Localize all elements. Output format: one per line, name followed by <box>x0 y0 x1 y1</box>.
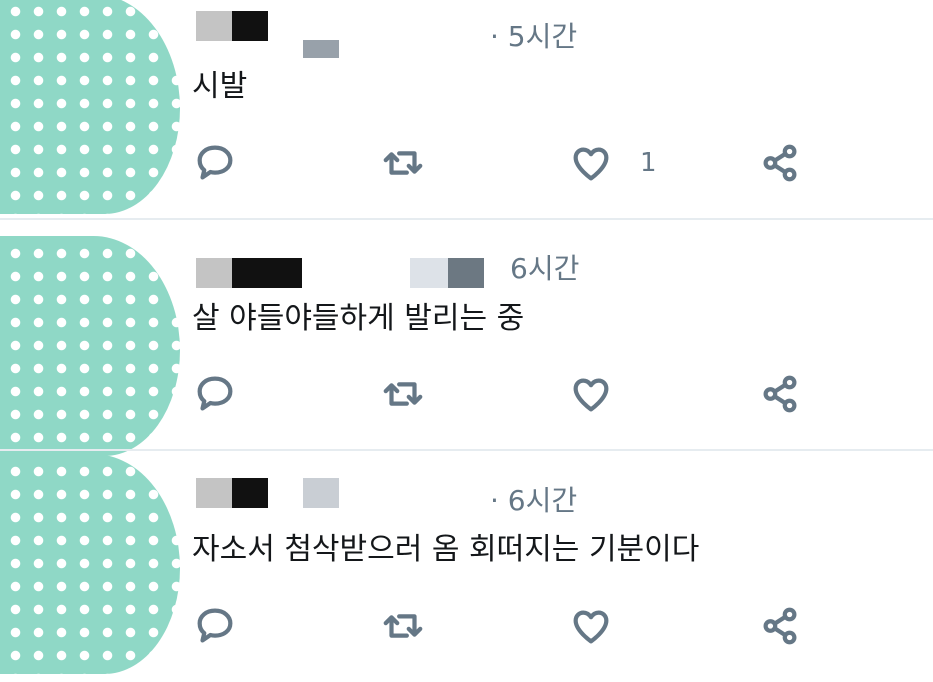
retweet-button[interactable] <box>380 140 426 186</box>
redacted-name <box>196 11 232 41</box>
redacted-handle <box>410 258 448 288</box>
timestamp[interactable]: 6시간 <box>510 254 579 284</box>
like-button[interactable] <box>568 371 614 417</box>
redacted-name <box>232 478 268 508</box>
tweet-text: 자소서 첨삭받으러 옴 회떠지는 기분이다 <box>192 532 700 567</box>
heart-icon <box>573 610 609 644</box>
reply-button[interactable] <box>192 140 238 186</box>
retweet-button[interactable] <box>380 371 426 417</box>
like-count: 1 <box>640 148 657 178</box>
avatar[interactable] <box>0 236 180 456</box>
divider <box>0 449 933 451</box>
heart-icon <box>573 147 609 181</box>
retweet-icon <box>383 382 423 406</box>
redacted-name <box>196 258 232 288</box>
timestamp[interactable]: · 5시간 <box>490 22 577 52</box>
divider <box>0 218 933 220</box>
tweet-3[interactable]: · 6시간 자소서 첨삭받으러 옴 회떠지는 기분이다 <box>0 452 933 682</box>
share-button[interactable] <box>757 371 803 417</box>
tweet-text: 살 야들야들하게 발리는 중 <box>192 301 525 336</box>
redacted-name <box>232 258 302 288</box>
redacted-handle <box>448 258 484 288</box>
timestamp[interactable]: · 6시간 <box>490 486 577 516</box>
speech-bubble-icon <box>197 145 233 180</box>
share-icon <box>763 375 797 413</box>
retweet-icon <box>383 151 423 175</box>
avatar[interactable] <box>0 454 180 674</box>
redacted-handle <box>303 478 339 508</box>
share-icon <box>763 607 797 645</box>
share-button[interactable] <box>757 140 803 186</box>
retweet-icon <box>383 614 423 638</box>
share-icon <box>763 144 797 182</box>
like-button[interactable]: 1 <box>568 140 657 186</box>
redacted-name <box>232 11 268 41</box>
speech-bubble-icon <box>197 376 233 411</box>
speech-bubble-icon <box>197 608 233 643</box>
tweet-text: 시발 <box>192 69 248 104</box>
reply-button[interactable] <box>192 371 238 417</box>
retweet-button[interactable] <box>380 603 426 649</box>
avatar[interactable] <box>0 0 180 214</box>
tweet-2[interactable]: 6시간 살 야들야들하게 발리는 중 <box>0 232 933 462</box>
share-button[interactable] <box>757 603 803 649</box>
tweet-1[interactable]: · 5시간 시발 1 <box>0 0 933 230</box>
reply-button[interactable] <box>192 603 238 649</box>
heart-icon <box>573 378 609 412</box>
redacted-handle <box>303 40 339 58</box>
redacted-name <box>196 478 232 508</box>
like-button[interactable] <box>568 603 614 649</box>
